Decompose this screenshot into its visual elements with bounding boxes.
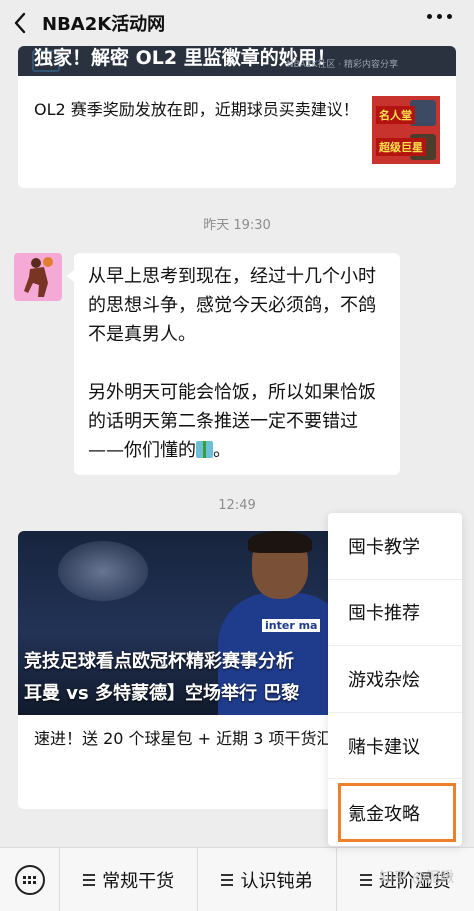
top-bar: NBA2K活动网 (0, 0, 474, 46)
back-button[interactable] (0, 0, 40, 46)
gift-icon (196, 441, 213, 458)
menu-icon (83, 871, 96, 889)
timestamp: 12:49 (218, 498, 256, 513)
message-text-part: 。 (213, 440, 231, 461)
hero-caption: 竞技足球看点欧冠杯精彩赛事分析 (24, 651, 294, 672)
popup-menu: 囤卡教学 囤卡推荐 游戏杂烩 赌卡建议 氪金攻略 (328, 513, 462, 846)
keyboard-button[interactable] (0, 847, 60, 911)
menu-button-about[interactable]: 认识钝弟 (198, 847, 337, 911)
popup-item-spending-guide[interactable]: 氪金攻略 (328, 779, 462, 846)
thumb-label: 名人堂 (376, 106, 415, 124)
chevron-left-icon (14, 12, 26, 34)
menu-button-regular[interactable]: 常规干货 (60, 847, 199, 911)
message-text: 从早上思考到现在，经过十几个小时的思想斗争，感觉今天必须鸽，不鸽不是真男人。 (88, 266, 376, 345)
article-text: OL2 赛季奖励发放在即，近期球员买卖建议！ (34, 100, 359, 119)
shirt-sponsor-text: inter ma (262, 619, 321, 632)
menu-icon (359, 871, 372, 889)
banner-subtitle: NBA2K社区 · 精彩内容分享 (286, 60, 398, 70)
popup-item-hoarding-recommend[interactable]: 囤卡推荐 (328, 580, 462, 647)
watermark: 知乎 @泥鳅 (379, 870, 454, 886)
player-silhouette-icon (24, 257, 53, 297)
menu-button-label: 常规干货 (102, 870, 175, 892)
popup-item-game-misc[interactable]: 游戏杂烩 (328, 646, 462, 713)
timestamp: 昨天 19:30 (203, 218, 271, 233)
popup-item-hoarding-tutorial[interactable]: 囤卡教学 (328, 513, 462, 580)
message-text-part: 另外明天可能会恰饭，所以如果恰饭的话明天第二条推送一定不要错过——你们懂的 (88, 382, 376, 461)
article-card[interactable]: 独家！解密 OL2 里监徽章的妙用！ NBA2K社区 · 精彩内容分享 OL2 … (18, 46, 456, 188)
more-menu-icon[interactable] (427, 14, 452, 19)
message-text: 另外明天可能会恰饭，所以如果恰饭的话明天第二条推送一定不要错过——你们懂的。 (88, 378, 386, 465)
hero-caption: 耳曼 vs 多特蒙德】空场举行 巴黎 (24, 683, 300, 704)
menu-button-label: 认识钝弟 (240, 870, 313, 892)
chat-bubble: 从早上思考到现在，经过十几个小时的思想斗争，感觉今天必须鸽，不鸽不是真男人。 另… (67, 253, 400, 475)
avatar[interactable] (14, 253, 62, 301)
page-title: NBA2K活动网 (42, 14, 166, 35)
keyboard-icon (14, 864, 45, 895)
article-banner: 独家！解密 OL2 里监徽章的妙用！ NBA2K社区 · 精彩内容分享 (18, 46, 456, 76)
article-thumbnail: 名人堂 超级巨星 (372, 96, 440, 164)
popup-item-card-gamble-advice[interactable]: 赌卡建议 (328, 713, 462, 780)
menu-icon (221, 871, 234, 889)
thumb-label: 超级巨星 (376, 138, 426, 156)
